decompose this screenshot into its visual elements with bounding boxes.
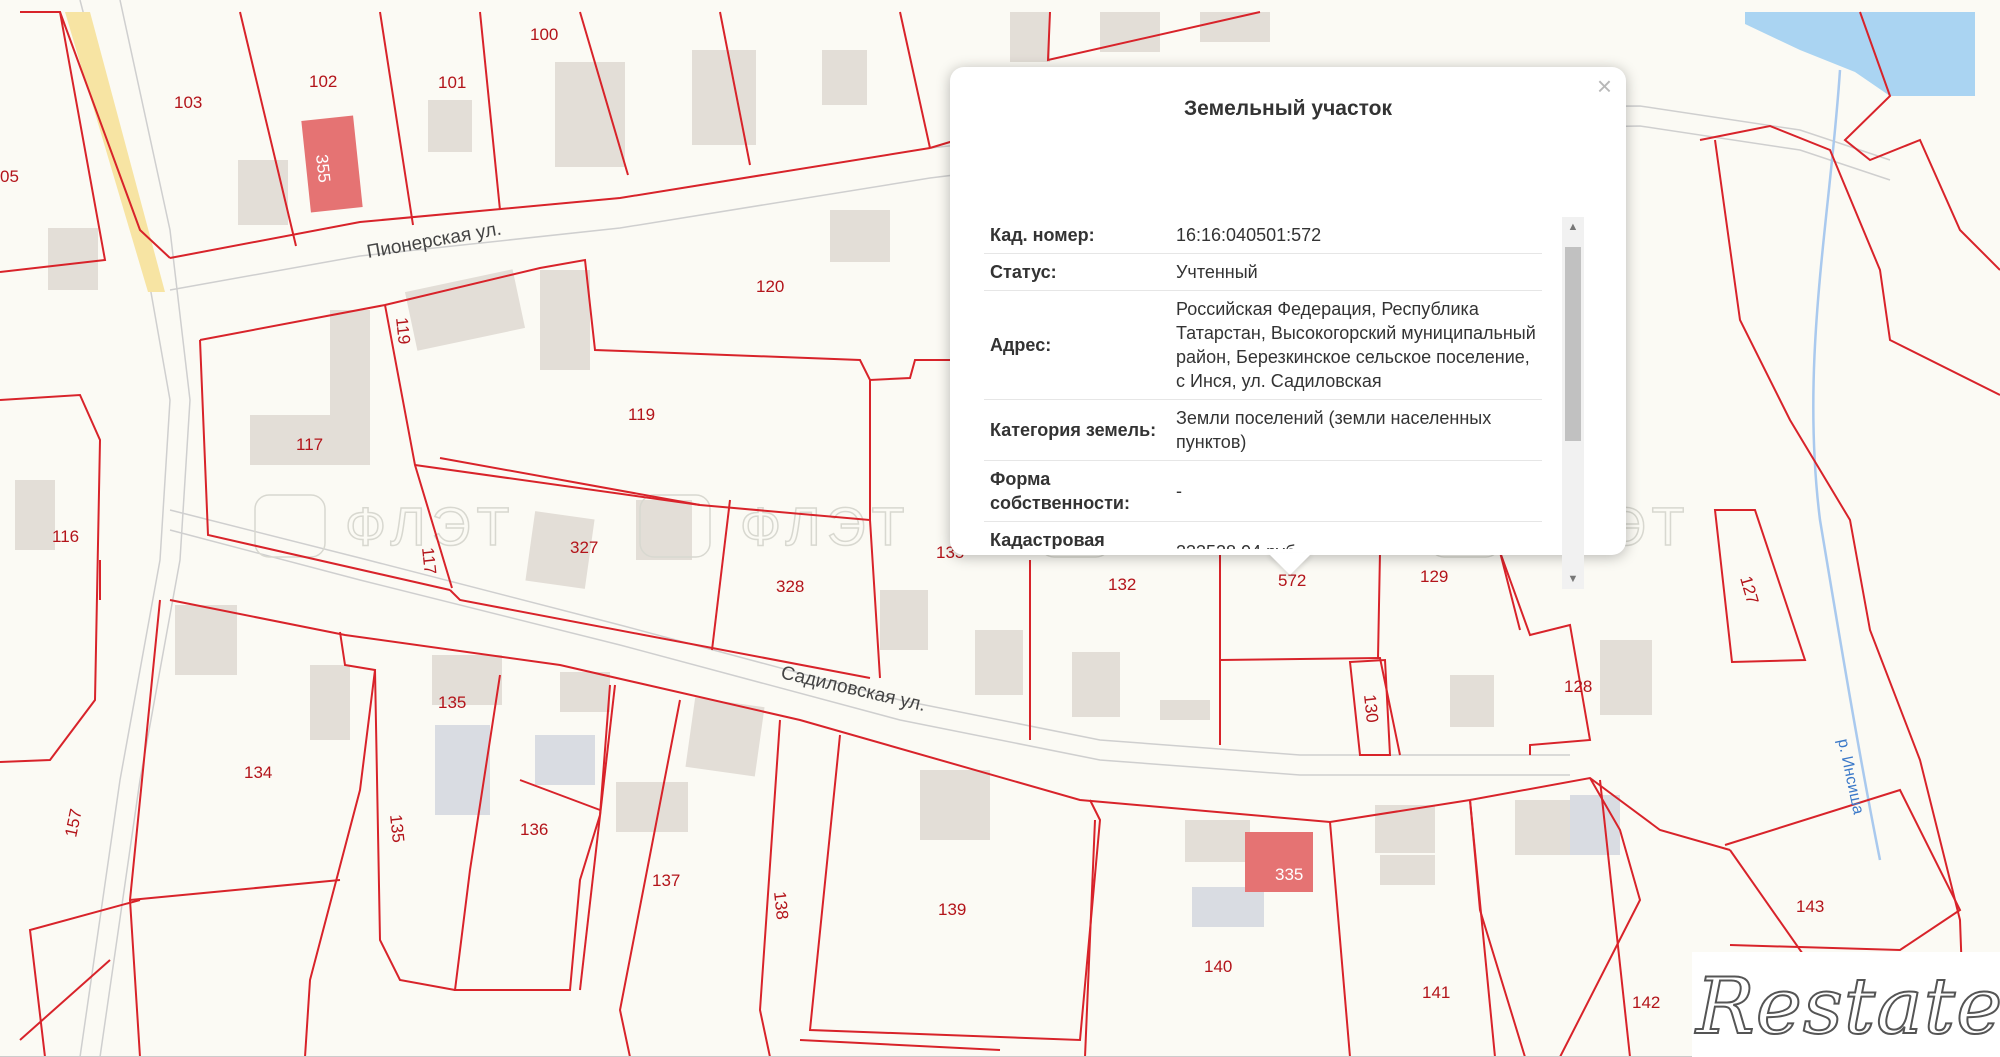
- watermark-text: ФЛЭТ: [740, 497, 911, 557]
- plot-label[interactable]: 328: [776, 577, 804, 596]
- plot-label[interactable]: 142: [1632, 993, 1660, 1012]
- row-key: Кад. номер:: [984, 217, 1164, 254]
- plot-label[interactable]: 136: [520, 820, 548, 839]
- plot-label[interactable]: 130: [1360, 693, 1382, 723]
- plot-label[interactable]: 119: [392, 316, 414, 345]
- popup-content[interactable]: Кад. номер: 16:16:040501:572 Статус: Учт…: [984, 217, 1542, 549]
- plot-label[interactable]: 100: [530, 25, 558, 44]
- scroll-down-icon[interactable]: ▼: [1562, 569, 1584, 589]
- popup-title: Земельный участок: [1184, 97, 1392, 120]
- plot-label[interactable]: 117: [296, 435, 323, 454]
- plot-label[interactable]: 129: [1420, 567, 1448, 586]
- row-value: Российская Федерация, Республика Татарст…: [1164, 290, 1542, 400]
- plot-label[interactable]: 139: [938, 900, 966, 919]
- row-value: Земли поселений (земли населенных пункто…: [1164, 399, 1542, 461]
- plot-label[interactable]: 143: [1796, 897, 1824, 916]
- scroll-up-icon[interactable]: ▲: [1562, 217, 1584, 237]
- popup-pointer: [1268, 553, 1312, 575]
- plot-label[interactable]: 335: [1275, 865, 1303, 884]
- popup-scrollbar[interactable]: ▲ ▼: [1562, 217, 1584, 589]
- plot-label[interactable]: 102: [309, 72, 337, 91]
- row-key: Форма собственности:: [984, 460, 1164, 522]
- plot-label[interactable]: 128: [1564, 677, 1592, 696]
- plot-label[interactable]: 138: [770, 890, 792, 920]
- plot-label[interactable]: 137: [652, 871, 680, 890]
- table-row: Кадастровая стоимость: 233528.94 руб: [984, 521, 1542, 549]
- table-row: Форма собственности: -: [984, 460, 1542, 522]
- row-key: Статус:: [984, 253, 1164, 291]
- plot-label[interactable]: 327: [570, 538, 598, 557]
- row-key: Адрес:: [984, 290, 1164, 400]
- plot-label[interactable]: 140: [1204, 957, 1232, 976]
- plot-info-table: Кад. номер: 16:16:040501:572 Статус: Учт…: [984, 217, 1542, 549]
- close-icon[interactable]: ×: [1597, 73, 1612, 99]
- plot-label[interactable]: 135: [438, 693, 466, 712]
- plot-label[interactable]: 101: [438, 73, 466, 92]
- restate-logo: Restate: [1692, 952, 2000, 1057]
- plot-label[interactable]: 132: [1108, 575, 1136, 594]
- table-row: Категория земель: Земли поселений (земли…: [984, 399, 1542, 461]
- row-key: Категория земель:: [984, 399, 1164, 461]
- plot-label[interactable]: 117: [418, 546, 440, 575]
- table-row: Кад. номер: 16:16:040501:572: [984, 217, 1542, 254]
- table-row: Адрес: Российская Федерация, Республика …: [984, 290, 1542, 400]
- plot-label[interactable]: 119: [628, 405, 655, 424]
- row-value: 16:16:040501:572: [1164, 217, 1542, 254]
- row-value: 233528.94 руб: [1164, 521, 1542, 549]
- plot-label[interactable]: 355: [312, 153, 334, 183]
- plot-label[interactable]: 116: [52, 527, 79, 546]
- plot-label[interactable]: 135: [386, 813, 408, 843]
- plot-label[interactable]: 05: [0, 167, 19, 186]
- table-row: Статус: Учтенный: [984, 253, 1542, 291]
- land-plot-popup: × Земельный участок Кад. номер: 16:16:04…: [950, 67, 1626, 589]
- plot-label[interactable]: 120: [756, 277, 784, 296]
- plot-label[interactable]: 141: [1422, 983, 1450, 1002]
- row-value: Учтенный: [1164, 253, 1542, 291]
- plot-label[interactable]: 103: [174, 93, 202, 112]
- row-key: Кадастровая стоимость:: [984, 521, 1164, 549]
- restate-logo-text: Restate: [1695, 961, 2000, 1053]
- row-value: -: [1164, 460, 1542, 522]
- scrollbar-thumb[interactable]: [1565, 247, 1581, 441]
- plot-label[interactable]: 134: [244, 763, 272, 782]
